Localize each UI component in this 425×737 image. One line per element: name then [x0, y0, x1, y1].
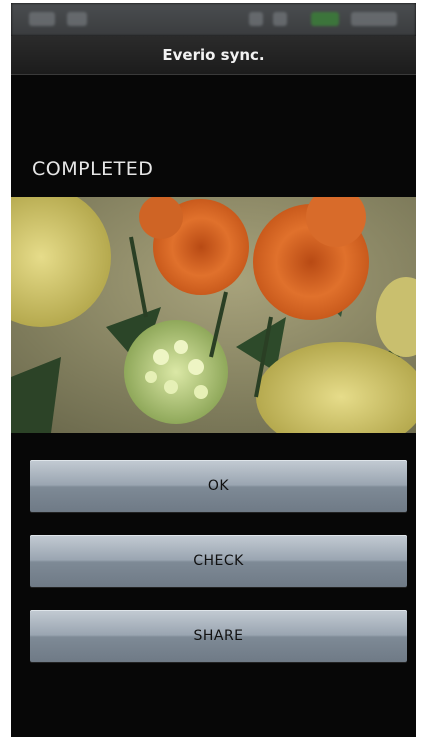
wifi-icon — [273, 12, 287, 26]
status-heading: COMPLETED — [32, 158, 154, 180]
battery-icon — [311, 12, 339, 26]
clock-icon — [351, 12, 397, 26]
status-bar — [11, 3, 416, 36]
photo-thumbnail — [11, 197, 416, 433]
check-button[interactable]: CHECK — [30, 535, 407, 587]
app-title: Everio sync. — [162, 46, 265, 64]
notification-icon — [67, 12, 87, 26]
phone-screen: Everio sync. COMPLETED OK CHECK SHARE — [11, 3, 416, 737]
signal-icon — [249, 12, 263, 26]
share-button[interactable]: SHARE — [30, 610, 407, 662]
title-bar: Everio sync. — [11, 36, 416, 75]
flower-photo — [11, 197, 416, 433]
notification-icon — [29, 12, 55, 26]
ok-button[interactable]: OK — [30, 460, 407, 512]
